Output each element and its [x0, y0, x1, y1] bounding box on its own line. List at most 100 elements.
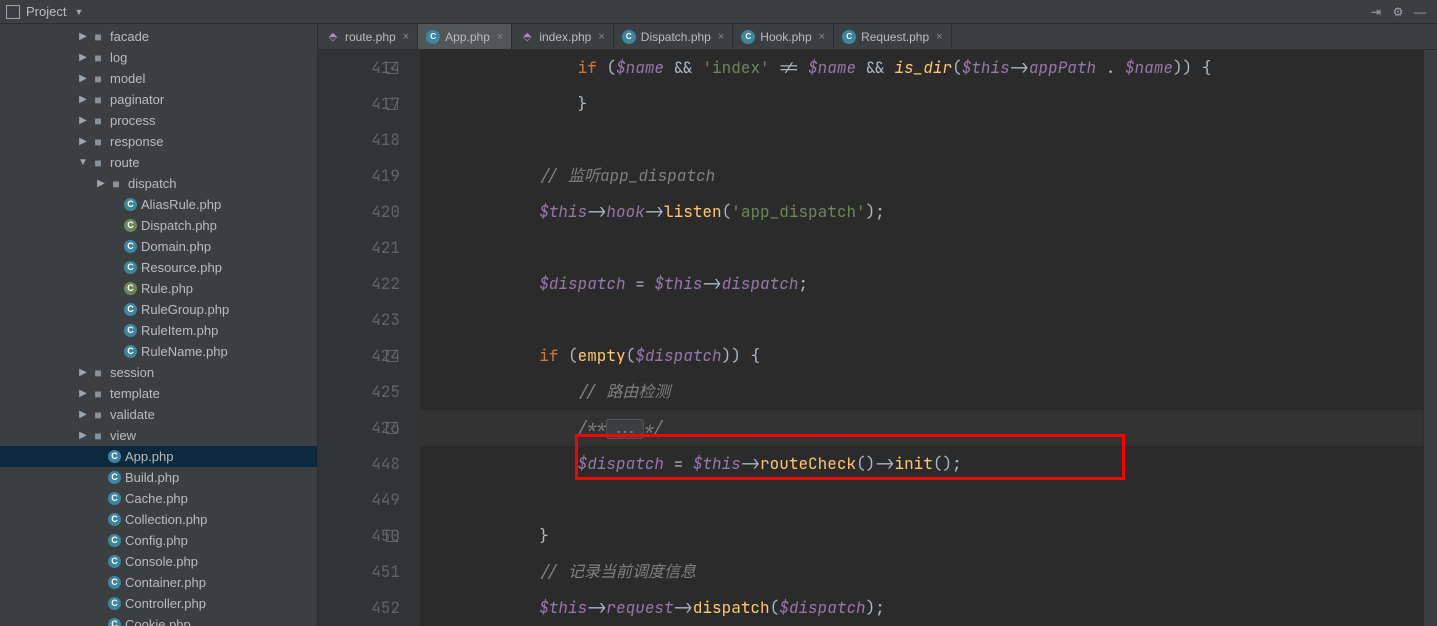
chevron-right-icon[interactable]: ▶	[76, 115, 90, 126]
fold-expand-icon[interactable]: +	[386, 62, 398, 74]
line-number: 424−	[318, 338, 400, 374]
tree-item-label: log	[110, 50, 127, 65]
tree-item-label: Cookie.php	[125, 617, 191, 626]
editor-tab[interactable]: ⬘route.php×	[318, 24, 418, 49]
php-file-icon: C	[124, 303, 137, 316]
tree-item[interactable]: ▶dispatch	[0, 173, 317, 194]
tree-item-label: Container.php	[125, 575, 206, 590]
fold-collapse-icon[interactable]: −	[386, 350, 398, 362]
fold-collapse-icon[interactable]: −	[386, 98, 398, 110]
tree-item[interactable]: ▶ log	[0, 47, 317, 68]
tree-item[interactable]: ▶ facade	[0, 26, 317, 47]
tree-item-label: RuleItem.php	[141, 323, 218, 338]
tree-item[interactable]: ▶CContainer.php	[0, 572, 317, 593]
tree-item[interactable]: ▶ view	[0, 425, 317, 446]
gear-icon[interactable]: ⚙	[1388, 2, 1408, 22]
editor-tab[interactable]: CApp.php×	[418, 24, 512, 49]
tree-item[interactable]: ▶ paginator	[0, 89, 317, 110]
tree-item-label: validate	[110, 407, 155, 422]
tree-item-label: facade	[110, 29, 149, 44]
tree-item[interactable]: ▶model	[0, 68, 317, 89]
project-selector[interactable]: Project ▼	[6, 4, 83, 19]
tree-item[interactable]: ▶ session	[0, 362, 317, 383]
php-file-icon: C	[108, 576, 121, 589]
file-icon: ⬘	[520, 30, 534, 44]
project-label: Project	[26, 4, 66, 19]
chevron-right-icon[interactable]: ▶	[76, 94, 90, 105]
fold-expand-icon[interactable]: +	[386, 422, 398, 434]
close-icon[interactable]: ×	[598, 31, 604, 43]
editor-tab[interactable]: CHook.php×	[733, 24, 834, 49]
chevron-down-icon[interactable]: ▼	[76, 157, 90, 168]
tree-item[interactable]: ▶CController.php	[0, 593, 317, 614]
top-toolbar: Project ▼ ⇥ ⚙ —	[0, 0, 1437, 24]
collapse-icon[interactable]: ⇥	[1366, 2, 1386, 22]
line-number: 423	[318, 302, 400, 338]
error-stripe[interactable]	[1423, 50, 1437, 626]
tree-item-label: Console.php	[125, 554, 198, 569]
tree-item-label: view	[110, 428, 136, 443]
editor-tab[interactable]: ⬘index.php×	[512, 24, 613, 49]
tree-item[interactable]: ▶CConsole.php	[0, 551, 317, 572]
editor-tabs: ⬘route.php×CApp.php×⬘index.php×CDispatch…	[318, 24, 1437, 50]
chevron-right-icon[interactable]: ▶	[76, 136, 90, 147]
chevron-right-icon[interactable]: ▶	[76, 73, 90, 84]
tree-item[interactable]: ▶CConfig.php	[0, 530, 317, 551]
chevron-right-icon[interactable]: ▶	[76, 388, 90, 399]
code-content[interactable]: if ($name && 'index' != $name && is_dir(…	[420, 50, 1423, 626]
tree-item-label: session	[110, 365, 154, 380]
chevron-right-icon[interactable]: ▶	[76, 430, 90, 441]
close-icon[interactable]: ×	[936, 31, 942, 43]
php-file-icon: C	[124, 324, 137, 337]
tree-item[interactable]: ▶ validate	[0, 404, 317, 425]
minimize-icon[interactable]: —	[1410, 2, 1430, 22]
project-icon	[6, 5, 20, 19]
tree-item[interactable]: ▶process	[0, 110, 317, 131]
fold-collapse-icon[interactable]: −	[386, 530, 398, 542]
tree-item[interactable]: ▶CRuleName.php	[0, 341, 317, 362]
tree-item[interactable]: ▶response	[0, 131, 317, 152]
chevron-right-icon[interactable]: ▶	[76, 367, 90, 378]
code-editor[interactable]: 414+417−418419420421422423424−425426+448…	[318, 50, 1437, 626]
chevron-right-icon[interactable]: ▶	[76, 409, 90, 420]
tree-item[interactable]: ▶CCookie.php	[0, 614, 317, 626]
tree-item[interactable]: ▶CAliasRule.php	[0, 194, 317, 215]
tree-item[interactable]: ▶ template	[0, 383, 317, 404]
tree-item-label: template	[110, 386, 160, 401]
tree-item[interactable]: ▼route	[0, 152, 317, 173]
tree-item[interactable]: ▶CRuleGroup.php	[0, 299, 317, 320]
tab-label: route.php	[345, 30, 396, 44]
php-file-icon: C	[124, 282, 137, 295]
file-tree[interactable]: ▶facade▶log▶model▶paginator▶process▶resp…	[0, 24, 317, 626]
php-file-icon: C	[108, 492, 121, 505]
tree-item[interactable]: ▶CRuleItem.php	[0, 320, 317, 341]
tree-item[interactable]: ▶CCache.php	[0, 488, 317, 509]
editor-tab[interactable]: CDispatch.php×	[614, 24, 733, 49]
folder-icon	[90, 429, 106, 443]
tree-item-label: App.php	[125, 449, 173, 464]
tree-item[interactable]: ▶CDomain.php	[0, 236, 317, 257]
php-file-icon: C	[124, 219, 137, 232]
editor-tab[interactable]: CRequest.php×	[834, 24, 952, 49]
close-icon[interactable]: ×	[403, 31, 409, 43]
file-icon: C	[622, 30, 636, 44]
close-icon[interactable]: ×	[819, 31, 825, 43]
line-number: 452	[318, 590, 400, 626]
chevron-right-icon[interactable]: ▶	[76, 31, 90, 42]
tree-item[interactable]: ▶CApp.php	[0, 446, 317, 467]
tree-item-label: paginator	[110, 92, 164, 107]
tree-item-label: Controller.php	[125, 596, 206, 611]
tree-item[interactable]: ▶CRule.php	[0, 278, 317, 299]
tree-item[interactable]: ▶CBuild.php	[0, 467, 317, 488]
chevron-down-icon: ▼	[74, 7, 83, 17]
line-number: 417−	[318, 86, 400, 122]
close-icon[interactable]: ×	[497, 31, 503, 43]
tree-item[interactable]: ▶CDispatch.php	[0, 215, 317, 236]
tree-item[interactable]: ▶CResource.php	[0, 257, 317, 278]
chevron-right-icon[interactable]: ▶	[94, 178, 108, 189]
tree-item[interactable]: ▶CCollection.php	[0, 509, 317, 530]
chevron-right-icon[interactable]: ▶	[76, 52, 90, 63]
close-icon[interactable]: ×	[718, 31, 724, 43]
tree-item-label: Rule.php	[141, 281, 193, 296]
tree-item-label: Cache.php	[125, 491, 188, 506]
